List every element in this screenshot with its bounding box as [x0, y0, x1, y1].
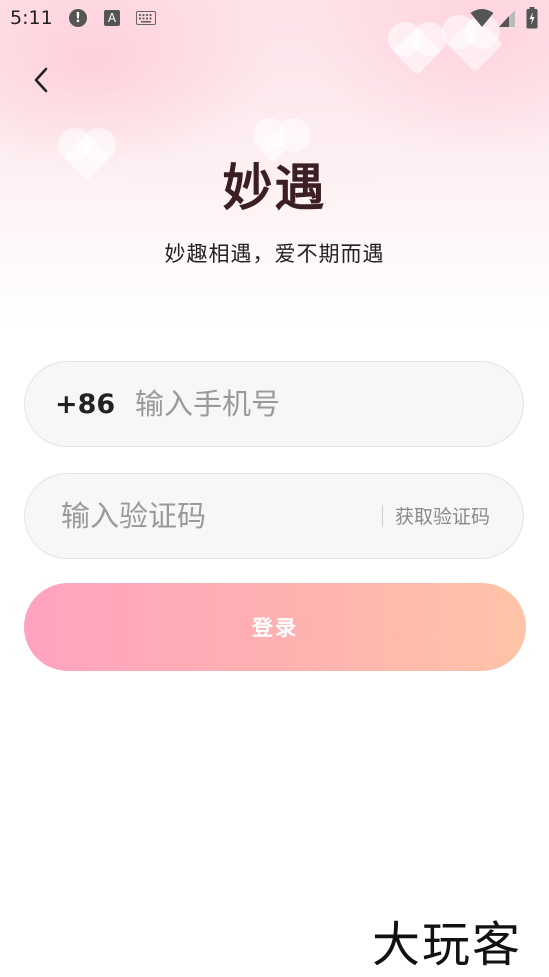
battery-icon	[526, 7, 538, 29]
keyboard-icon	[136, 11, 156, 25]
country-code[interactable]: +86	[55, 362, 115, 448]
watermark: 大玩客	[372, 917, 523, 973]
verification-code-input[interactable]	[61, 474, 361, 558]
phone-input[interactable]	[135, 362, 495, 446]
status-time: 5:11	[10, 7, 53, 29]
chevron-left-icon	[34, 67, 48, 93]
login-button[interactable]: 登录	[24, 583, 526, 671]
get-code-button[interactable]: 获取验证码	[395, 474, 490, 560]
status-bar: 5:11 ! A	[0, 0, 549, 36]
wifi-icon	[470, 8, 494, 28]
verification-code-field: 获取验证码	[24, 473, 524, 559]
back-button[interactable]	[24, 60, 58, 100]
alert-icon: !	[69, 9, 87, 27]
app-tagline: 妙趣相遇，爱不期而遇	[164, 242, 385, 266]
phone-field: +86	[24, 361, 524, 447]
signal-icon	[498, 8, 516, 28]
divider	[382, 505, 383, 527]
a-icon: A	[104, 10, 120, 26]
app-title: 妙遇	[222, 159, 327, 217]
